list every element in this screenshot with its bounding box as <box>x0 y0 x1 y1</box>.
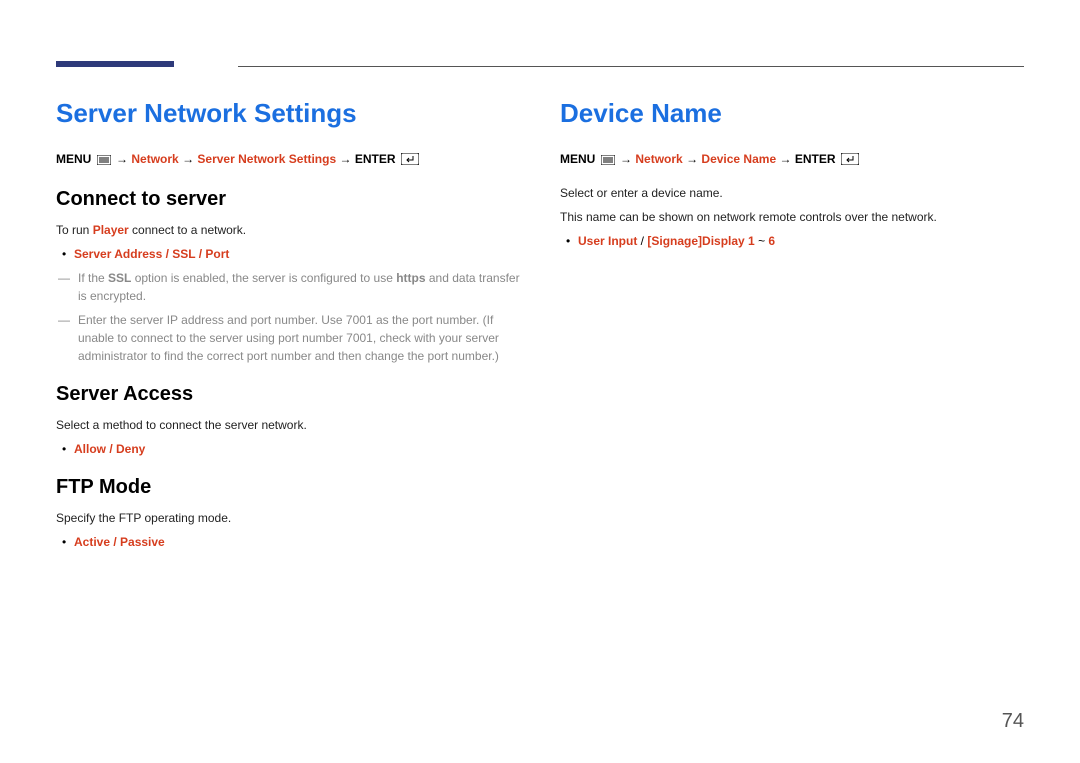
content-columns: Server Network Settings MENU → Network →… <box>56 98 1024 557</box>
menu-icon-r <box>601 153 615 170</box>
bc-enter-label-r: ENTER <box>795 152 836 166</box>
access-body: Select a method to connect the server ne… <box>56 416 520 434</box>
connect-body: To run Player connect to a network. <box>56 221 520 239</box>
ssl-note: ― If the SSL option is enabled, the serv… <box>56 269 520 305</box>
enter-icon-r <box>841 153 859 170</box>
bc-arrow-3r: → <box>779 152 794 166</box>
ip-note-text: Enter the server IP address and port num… <box>78 313 499 363</box>
ssl-pre: If the <box>78 271 108 285</box>
bc-arrow-3: → <box>339 152 354 166</box>
ftp-body: Specify the FTP operating mode. <box>56 509 520 527</box>
bc-arrow-2r: → <box>686 152 701 166</box>
bc-network-r: Network <box>635 152 682 166</box>
dn-sep: / <box>637 234 647 248</box>
bc-arrow-1: → <box>116 152 131 166</box>
heading-ftp-mode: FTP Mode <box>56 476 520 499</box>
bc-menu-label: MENU <box>56 152 91 166</box>
connect-player: Player <box>93 223 129 237</box>
bc-arrow-2: → <box>182 152 197 166</box>
connect-options-bullet: Server Address / SSL / Port <box>56 245 520 263</box>
bc-arrow-1r: → <box>620 152 635 166</box>
connect-pre: To run <box>56 223 93 237</box>
heading-server-access: Server Access <box>56 383 520 406</box>
bc-network: Network <box>131 152 178 166</box>
access-options-bullet: Allow / Deny <box>56 440 520 458</box>
ftp-options: Active / Passive <box>74 535 165 549</box>
ssl-https: https <box>396 271 425 285</box>
right-column: Device Name MENU → Network → Device Name… <box>560 98 1024 557</box>
page-number: 74 <box>1002 710 1024 733</box>
connect-options: Server Address / SSL / Port <box>74 247 229 261</box>
left-column: Server Network Settings MENU → Network →… <box>56 98 520 557</box>
dn-options-bullet: User Input / [Signage]Display 1 ~ 6 <box>560 232 1024 250</box>
connect-post: connect to a network. <box>129 223 246 237</box>
breadcrumb-sns: MENU → Network → Server Network Settings… <box>56 151 520 170</box>
bc-sns: Server Network Settings <box>197 152 336 166</box>
ssl-bold: SSL <box>108 271 131 285</box>
bc-enter-label: ENTER <box>355 152 396 166</box>
access-options: Allow / Deny <box>74 442 145 456</box>
enter-icon <box>401 153 419 170</box>
ftp-options-bullet: Active / Passive <box>56 533 520 551</box>
bc-dn: Device Name <box>701 152 776 166</box>
dn-tilde: ~ <box>755 234 769 248</box>
menu-icon <box>97 153 111 170</box>
dn-body1: Select or enter a device name. <box>560 184 1024 202</box>
header-rule <box>238 66 1024 67</box>
heading-server-network-settings: Server Network Settings <box>56 98 520 129</box>
bc-menu-label-r: MENU <box>560 152 595 166</box>
header-accent-bar <box>56 61 174 67</box>
dn-body2: This name can be shown on network remote… <box>560 208 1024 226</box>
heading-connect-to-server: Connect to server <box>56 188 520 211</box>
dn-six: 6 <box>768 234 775 248</box>
dn-user-input: User Input <box>578 234 637 248</box>
dn-signage: [Signage]Display 1 <box>647 234 754 248</box>
ip-note: ― Enter the server IP address and port n… <box>56 311 520 365</box>
heading-device-name: Device Name <box>560 98 1024 129</box>
breadcrumb-dn: MENU → Network → Device Name → ENTER <box>560 151 1024 170</box>
ssl-mid: option is enabled, the server is configu… <box>131 271 396 285</box>
